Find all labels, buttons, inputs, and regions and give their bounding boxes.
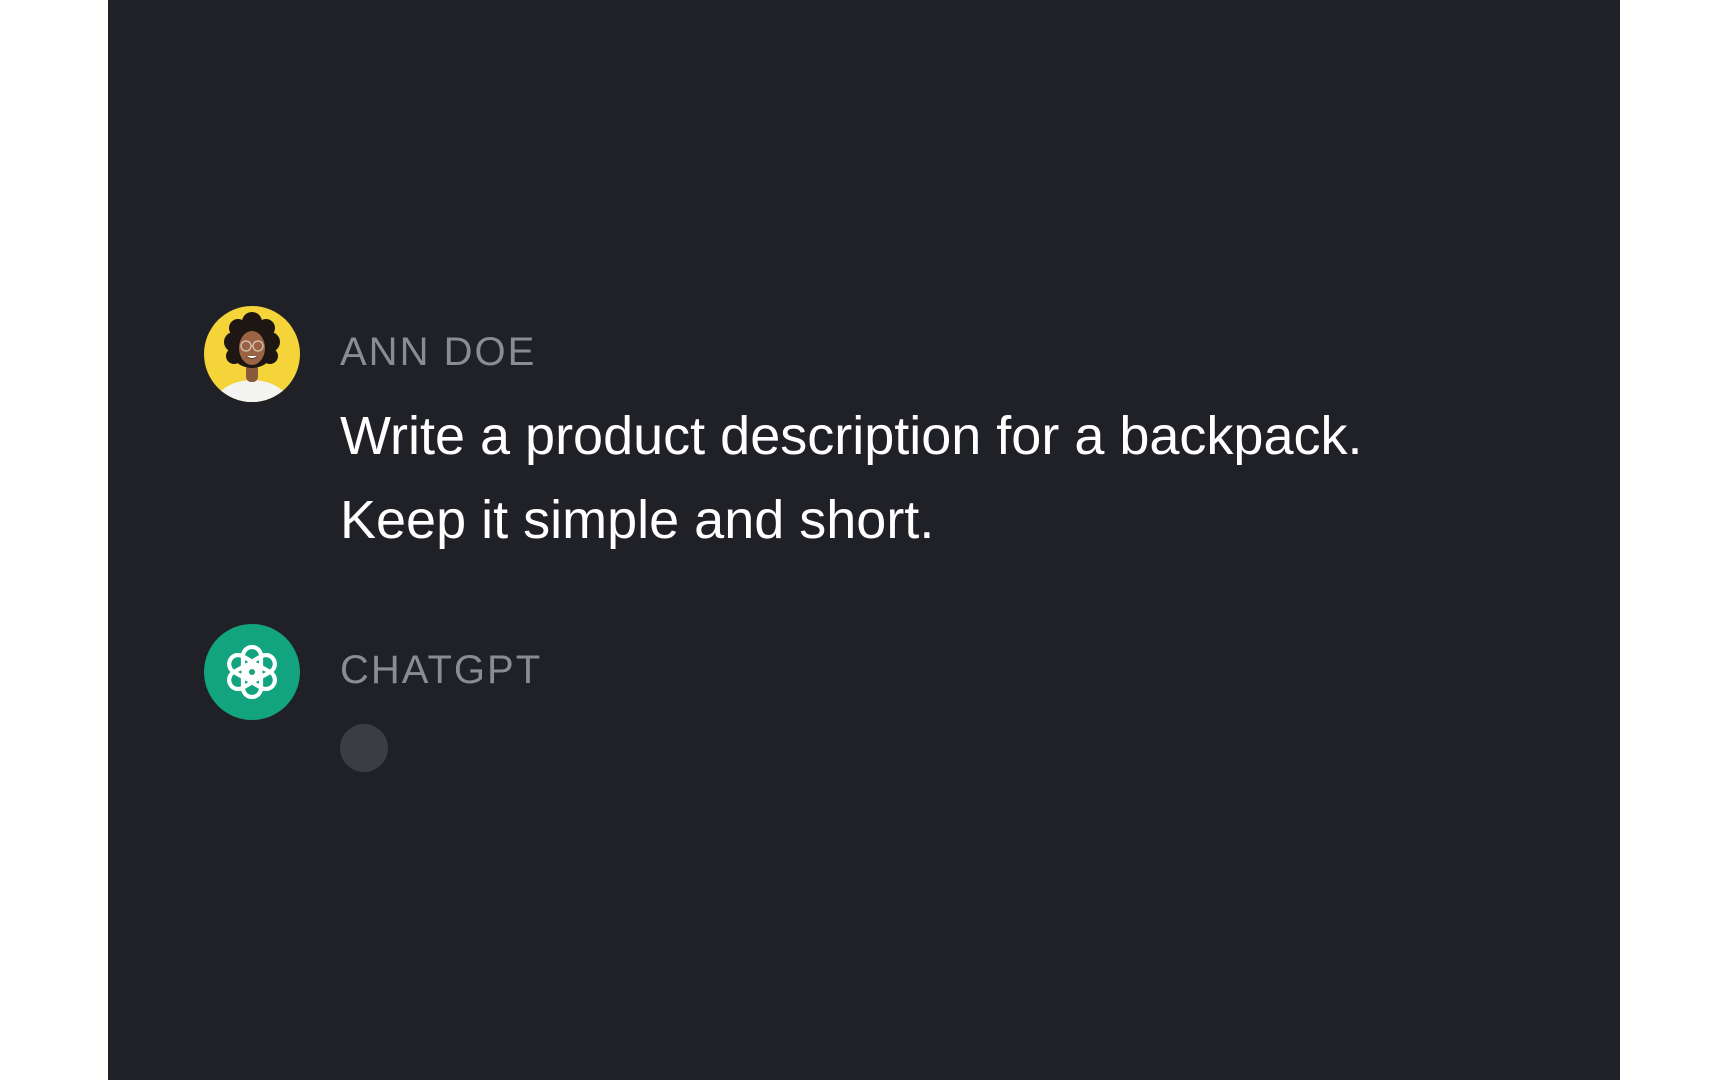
user-message-text: Write a product description for a backpa… (340, 394, 1540, 562)
user-avatar (204, 306, 300, 402)
user-message-line: Write a product description for a backpa… (340, 406, 1363, 466)
typing-indicator (340, 724, 388, 772)
user-message: ANN DOE Write a product description for … (204, 306, 1540, 562)
user-photo-avatar (213, 312, 291, 402)
user-message-line: Keep it simple and short. (340, 490, 935, 550)
assistant-message: CHATGPT (204, 624, 542, 772)
openai-logo-icon (227, 644, 277, 700)
assistant-avatar (204, 624, 300, 720)
assistant-author-label: CHATGPT (340, 648, 543, 692)
user-author-label: ANN DOE (340, 330, 537, 374)
chat-panel: ANN DOE Write a product description for … (108, 0, 1620, 1080)
user-message-body: ANN DOE Write a product description for … (340, 306, 1540, 562)
assistant-message-body: CHATGPT (340, 624, 542, 772)
